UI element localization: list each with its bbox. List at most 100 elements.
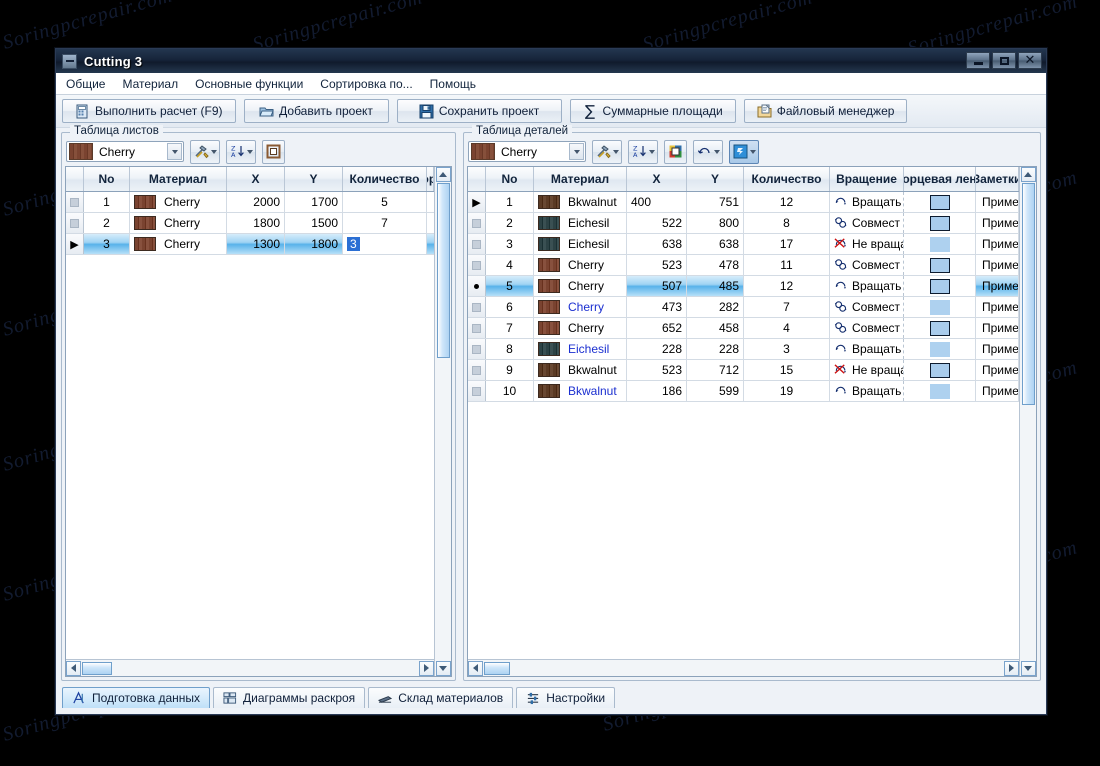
table-row[interactable]: 2 Eichesil 5228008 Совмест Примечание 1 <box>468 213 1019 234</box>
chevron-down-icon[interactable] <box>613 149 619 154</box>
cell-x[interactable]: 507 <box>627 276 687 296</box>
table-row[interactable]: 7 Cherry 6524584 Совмест Примечание 1 <box>468 318 1019 339</box>
table-row[interactable]: ▶ 1 Bkwalnut 40075112 Вращать Примечание 1 <box>468 192 1019 213</box>
cell-quantity[interactable]: 17 <box>744 234 830 254</box>
cell-y[interactable]: 228 <box>687 339 744 359</box>
cell-edgeband[interactable] <box>904 339 976 359</box>
edge-band-indicator[interactable] <box>929 194 950 210</box>
cell-y[interactable]: 599 <box>687 381 744 401</box>
cell-quantity[interactable]: 3 <box>744 339 830 359</box>
cell-priority[interactable] <box>427 192 434 212</box>
cell-x[interactable]: 1800 <box>227 213 285 233</box>
cell-y[interactable]: 712 <box>687 360 744 380</box>
calculate-button[interactable]: Выполнить расчет (F9) <box>62 99 236 123</box>
edge-band-indicator[interactable] <box>929 215 950 231</box>
parts-header-material[interactable]: Материал <box>534 167 627 191</box>
cell-edgeband[interactable] <box>904 318 976 338</box>
cell-edgeband[interactable] <box>904 276 976 296</box>
sheets-tools-button[interactable] <box>190 139 220 164</box>
sheets-header-priority[interactable]: Приоритет <box>427 167 434 191</box>
row-indicator[interactable] <box>468 255 486 275</box>
cell-rotation[interactable]: Вращать <box>830 381 904 401</box>
cell-no[interactable]: 1 <box>486 192 534 212</box>
cell-priority[interactable] <box>427 213 434 233</box>
row-indicator[interactable] <box>468 381 486 401</box>
parts-sort-button[interactable]: Z A <box>628 139 658 164</box>
sheets-hscroll-thumb[interactable] <box>82 661 112 675</box>
parts-color-button[interactable] <box>664 139 687 164</box>
cell-edgeband[interactable] <box>904 213 976 233</box>
edge-band-indicator[interactable] <box>929 341 950 357</box>
cell-no[interactable]: 8 <box>486 339 534 359</box>
cell-material[interactable]: Cherry <box>534 276 627 296</box>
cell-no[interactable]: 1 <box>84 192 130 212</box>
row-indicator[interactable] <box>468 234 486 254</box>
cell-material[interactable]: Cherry <box>534 318 627 338</box>
table-row[interactable]: 8Eichesil2282283ВращатьПримечание 6 <box>468 339 1019 360</box>
sheets-header-quantity[interactable]: Количество <box>343 167 427 191</box>
edge-band-indicator[interactable] <box>929 278 950 294</box>
cell-rotation[interactable]: Не враща <box>830 360 904 380</box>
cell-x[interactable]: 638 <box>627 234 687 254</box>
cell-material[interactable]: Bkwalnut <box>534 192 627 212</box>
cell-y[interactable]: 1500 <box>285 213 343 233</box>
sheets-vscrollbar[interactable] <box>434 167 451 676</box>
parts-header-notes[interactable]: Заметки <box>976 167 1019 191</box>
cell-x[interactable]: 523 <box>627 255 687 275</box>
menu-item-obschie[interactable]: Общие <box>66 77 105 91</box>
maximize-button[interactable] <box>992 52 1016 69</box>
chevron-down-icon[interactable] <box>714 149 720 154</box>
tab-data-preparation[interactable]: Подготовка данных <box>62 687 211 708</box>
table-row[interactable]: 6 Cherry 4732827 Совмест Примечание 3 <box>468 297 1019 318</box>
table-row[interactable]: 1 Cherry 2000 1700 5 <box>66 192 434 213</box>
cell-quantity[interactable]: 7 <box>744 297 830 317</box>
cell-y[interactable]: 1700 <box>285 192 343 212</box>
cell-edgeband[interactable] <box>904 234 976 254</box>
cell-rotation[interactable]: Не враща <box>830 234 904 254</box>
chevron-down-icon[interactable] <box>211 149 217 154</box>
row-indicator[interactable] <box>468 297 486 317</box>
cell-x[interactable]: 522 <box>627 213 687 233</box>
cell-y[interactable]: 478 <box>687 255 744 275</box>
cell-notes[interactable]: Примечание 1 <box>976 234 1019 254</box>
cell-notes[interactable]: Примечание 5 <box>976 255 1019 275</box>
menu-item-help[interactable]: Помощь <box>430 77 476 91</box>
parts-vscroll-thumb[interactable] <box>1021 183 1035 405</box>
menu-item-functions[interactable]: Основные функции <box>195 77 303 91</box>
table-row[interactable]: 5 Cherry 50748512 Вращать Примечание 4 <box>468 276 1019 297</box>
cell-notes[interactable]: Примечание 1 <box>976 192 1019 212</box>
row-indicator[interactable] <box>468 213 486 233</box>
sheets-material-combo[interactable]: Cherry <box>66 141 184 162</box>
cell-edgeband[interactable] <box>904 297 976 317</box>
table-row[interactable]: 10 Bkwalnut 18659919 Вращать Примечание 6 <box>468 381 1019 402</box>
parts-hscrollbar[interactable] <box>468 659 1019 676</box>
cell-x[interactable]: 186 <box>627 381 687 401</box>
parts-material-combo[interactable]: Cherry <box>468 141 586 162</box>
parts-edgeband-button[interactable] <box>729 139 759 164</box>
cell-no[interactable]: 6 <box>486 297 534 317</box>
row-indicator[interactable]: ▶ <box>66 234 84 254</box>
cell-rotation[interactable]: Вращать <box>830 276 904 296</box>
cell-y[interactable]: 458 <box>687 318 744 338</box>
chevron-down-icon[interactable] <box>649 149 655 154</box>
scroll-left-icon[interactable] <box>66 660 81 676</box>
cell-quantity[interactable]: 5 <box>343 192 427 212</box>
cell-no[interactable]: 2 <box>84 213 130 233</box>
scroll-up-icon[interactable] <box>435 167 451 182</box>
cell-y[interactable]: 638 <box>687 234 744 254</box>
cell-material[interactable]: Cherry <box>534 297 627 317</box>
table-row[interactable]: 3Eichesil63863817Не вращаПримечание 1 <box>468 234 1019 255</box>
tab-material-warehouse[interactable]: Склад материалов <box>368 687 514 708</box>
cell-no[interactable]: 9 <box>486 360 534 380</box>
cell-no[interactable]: 3 <box>84 234 130 254</box>
edge-band-indicator[interactable] <box>929 383 950 399</box>
cell-x[interactable]: 1300 <box>227 234 285 254</box>
edge-band-indicator[interactable] <box>929 257 950 273</box>
chevron-down-icon[interactable] <box>167 143 182 160</box>
cell-rotation[interactable]: Вращать <box>830 192 904 212</box>
cell-no[interactable]: 2 <box>486 213 534 233</box>
cell-material[interactable]: Eichesil <box>534 339 627 359</box>
sheets-vscroll-thumb[interactable] <box>436 183 450 358</box>
cell-material[interactable]: Cherry <box>130 213 227 233</box>
sheets-header-x[interactable]: X <box>227 167 285 191</box>
